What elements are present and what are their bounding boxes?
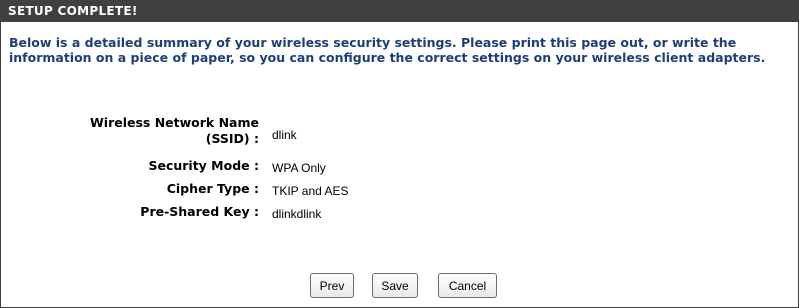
ssid-label-line2: (SSID) : bbox=[205, 131, 259, 146]
security-mode-label: Security Mode : bbox=[148, 158, 259, 173]
panel-title: SETUP COMPLETE! bbox=[1, 1, 798, 22]
psk-label: Pre-Shared Key : bbox=[140, 204, 259, 219]
ssid-label: Wireless Network Name (SSID) : bbox=[90, 115, 259, 147]
security-mode-value: WPA Only bbox=[272, 161, 326, 175]
ssid-label-line1: Wireless Network Name bbox=[90, 115, 259, 130]
cancel-button[interactable]: Cancel bbox=[438, 273, 497, 298]
setup-complete-panel: SETUP COMPLETE! Below is a detailed summ… bbox=[0, 0, 799, 308]
prev-button[interactable]: Prev bbox=[310, 273, 354, 298]
cipher-type-label: Cipher Type : bbox=[166, 181, 259, 196]
ssid-value: dlink bbox=[272, 128, 297, 142]
intro-text: Below is a detailed summary of your wire… bbox=[9, 35, 766, 65]
save-button[interactable]: Save bbox=[372, 273, 418, 298]
psk-value: dlinkdlink bbox=[272, 207, 322, 221]
cipher-type-value: TKIP and AES bbox=[272, 184, 349, 198]
